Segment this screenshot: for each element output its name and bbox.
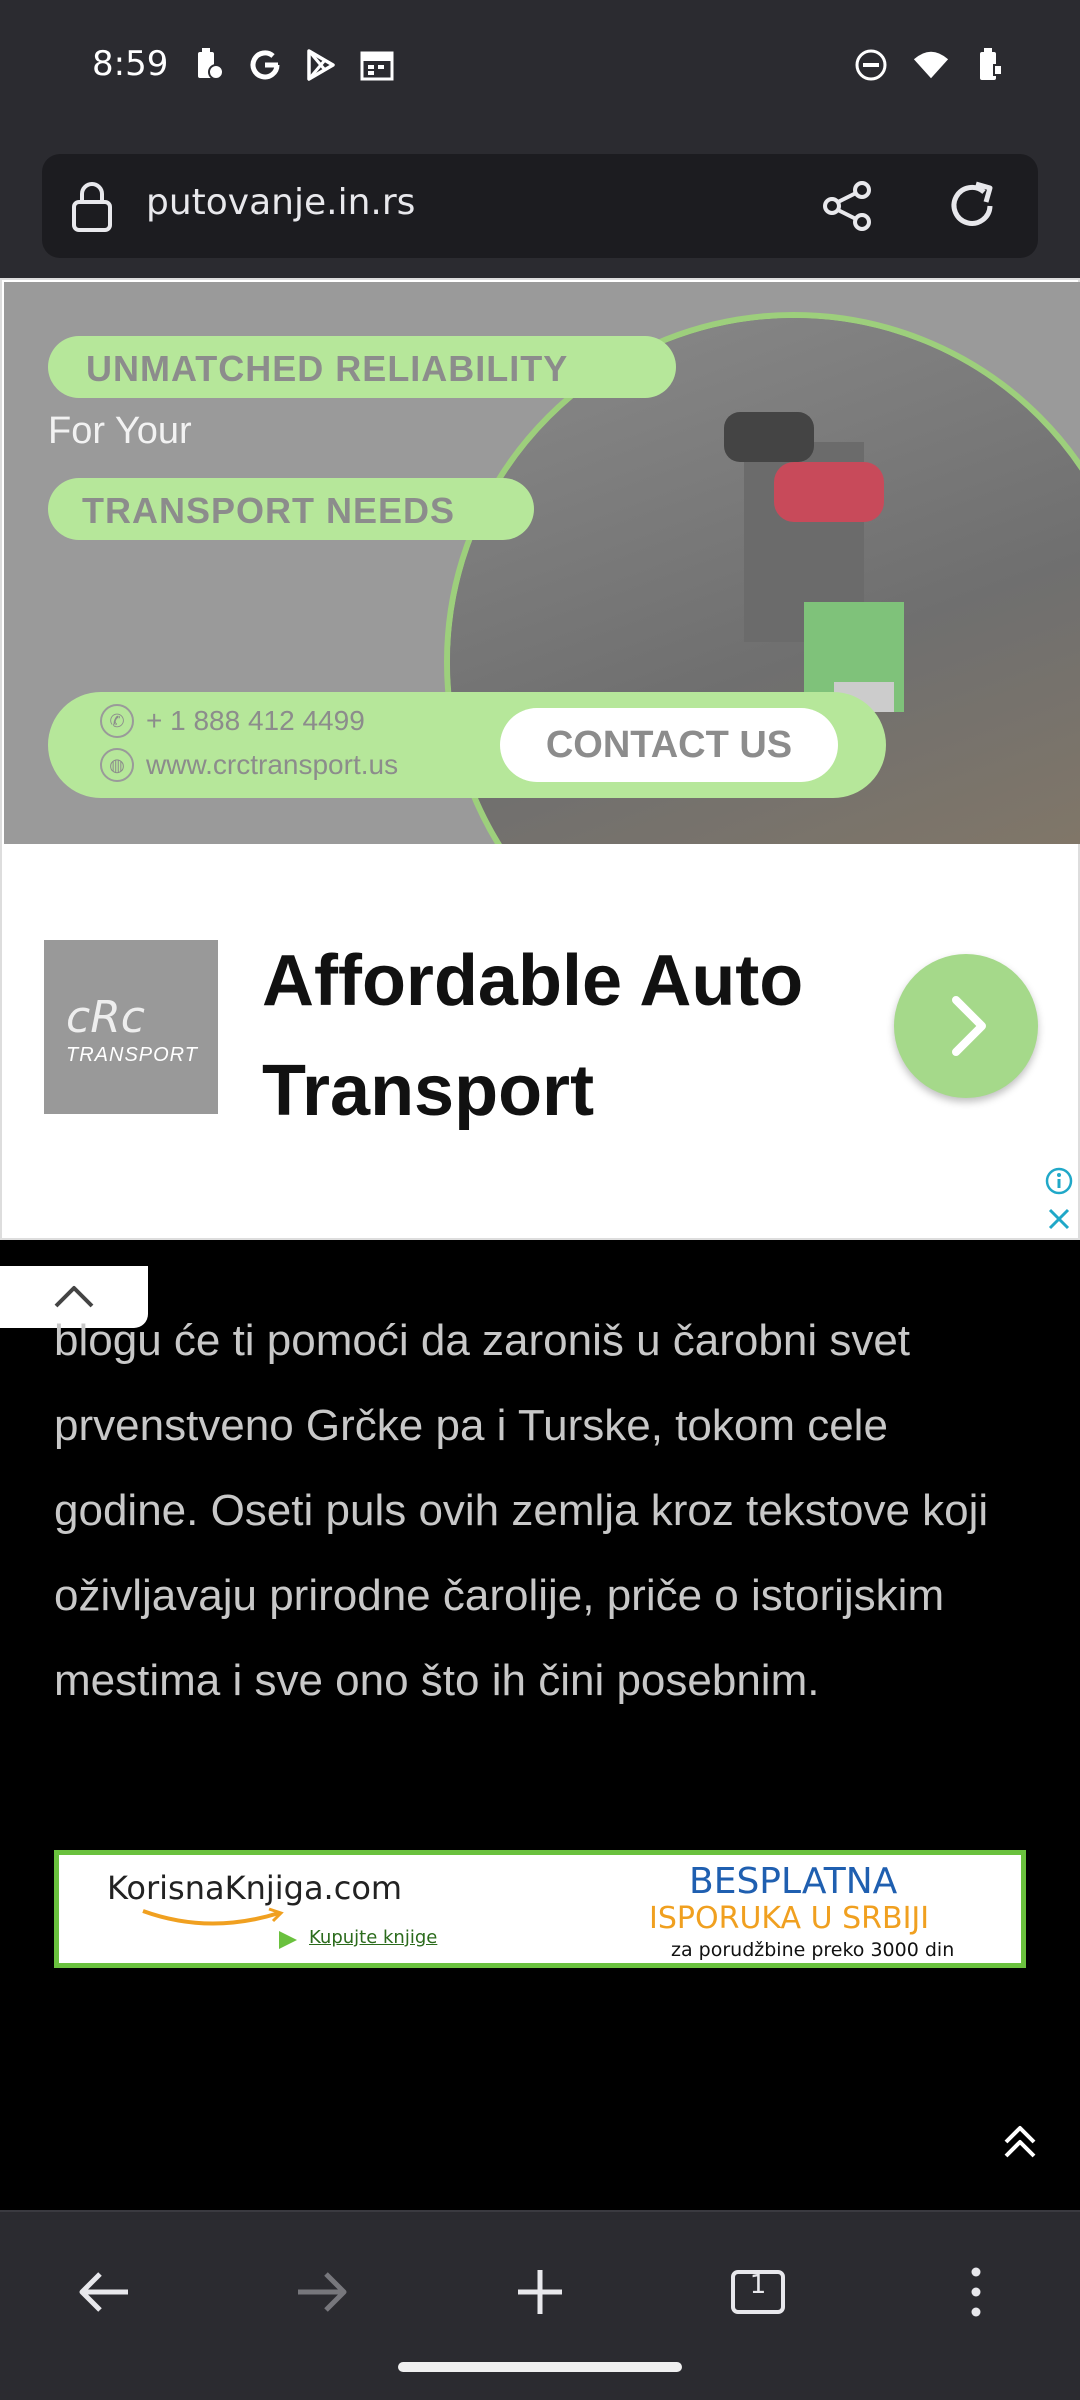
logo-text: cRc (66, 992, 145, 1043)
lock-icon[interactable] (70, 180, 114, 232)
more-vert-icon (971, 2267, 981, 2317)
smile-arrow-icon (142, 1907, 284, 1926)
car-carrier-truck-image (724, 412, 904, 712)
arrow-left-icon (79, 2272, 128, 2312)
promo-line-2: ISPORUKA U SRBIJI (649, 1901, 930, 1936)
phone-line: ✆ + 1 888 412 4499 (100, 704, 365, 738)
phone-number: + 1 888 412 4499 (146, 705, 365, 736)
advertiser-logo[interactable]: cRc TRANSPORT (44, 940, 218, 1114)
headline-for-your: For Your (48, 410, 192, 452)
chevron-right-icon (952, 996, 986, 1056)
headline-reliability: UNMATCHED RELIABILITY (48, 336, 676, 398)
promo-line-3: za porudžbine preko 3000 din (671, 1939, 955, 1961)
dnd-icon (852, 46, 890, 84)
ad-close-icon[interactable] (1044, 1204, 1074, 1234)
browser-toolbar: putovanje.in.rs (0, 138, 1080, 278)
forward-button[interactable] (286, 2256, 358, 2328)
back-button[interactable] (68, 2256, 140, 2328)
scroll-to-top-icon[interactable] (998, 2120, 1042, 2164)
phone-icon: ✆ (100, 704, 134, 738)
play-store-icon (302, 46, 340, 84)
contact-bar: ✆ + 1 888 412 4499 ◍ www.crctransport.us… (48, 692, 886, 798)
wifi-icon (912, 46, 950, 84)
headline-transport-needs: TRANSPORT NEEDS (48, 478, 534, 540)
google-icon (246, 46, 284, 84)
promo-brand: KorisnaKnjiga.com (107, 1869, 403, 1907)
gesture-navigation-bar[interactable] (398, 2362, 682, 2372)
globe-icon: ◍ (100, 748, 134, 782)
promo-link[interactable]: Kupujte knjige (309, 1927, 437, 1948)
status-bar: 8:59 (0, 0, 1080, 138)
address-bar[interactable]: putovanje.in.rs (42, 154, 1038, 258)
plus-icon (518, 2270, 562, 2314)
arrow-right-icon (298, 2272, 347, 2312)
battery-icon (972, 46, 1010, 84)
calendar-icon (358, 46, 396, 84)
ad-open-button[interactable] (894, 954, 1038, 1098)
tab-switcher-button[interactable]: 1 (722, 2256, 794, 2328)
ad-info-icon[interactable] (1044, 1166, 1074, 1196)
contact-us-button[interactable]: CONTACT US (500, 708, 838, 782)
battery-saver-icon (190, 46, 228, 84)
website-line: ◍ www.crctransport.us (100, 748, 398, 782)
logo-subtext: TRANSPORT (66, 1044, 198, 1066)
url-text[interactable]: putovanje.in.rs (146, 182, 415, 223)
promo-banner[interactable]: KorisnaKnjiga.com Kupujte knjige BESPLAT… (54, 1850, 1026, 1968)
share-icon[interactable] (820, 178, 876, 234)
tab-count: 1 (749, 2270, 767, 2300)
advertisement[interactable]: UNMATCHED RELIABILITY For Your TRANSPORT… (0, 278, 1080, 1240)
promo-line-1: BESPLATNA (689, 1861, 898, 1902)
play-arrow-icon (279, 1931, 297, 1949)
status-time: 8:59 (92, 44, 169, 84)
menu-button[interactable] (940, 2256, 1012, 2328)
article-paragraph: blogu će ti pomoći da zaroniš u čarobni … (54, 1316, 989, 1705)
status-icons-right (852, 46, 1010, 84)
reload-icon[interactable] (942, 176, 1002, 236)
ad-title[interactable]: Affordable Auto Transport (262, 926, 862, 1146)
ad-banner-image[interactable]: UNMATCHED RELIABILITY For Your TRANSPORT… (4, 282, 1080, 844)
website-url: www.crctransport.us (146, 749, 399, 780)
status-icons-left (190, 46, 396, 84)
new-tab-button[interactable] (504, 2256, 576, 2328)
